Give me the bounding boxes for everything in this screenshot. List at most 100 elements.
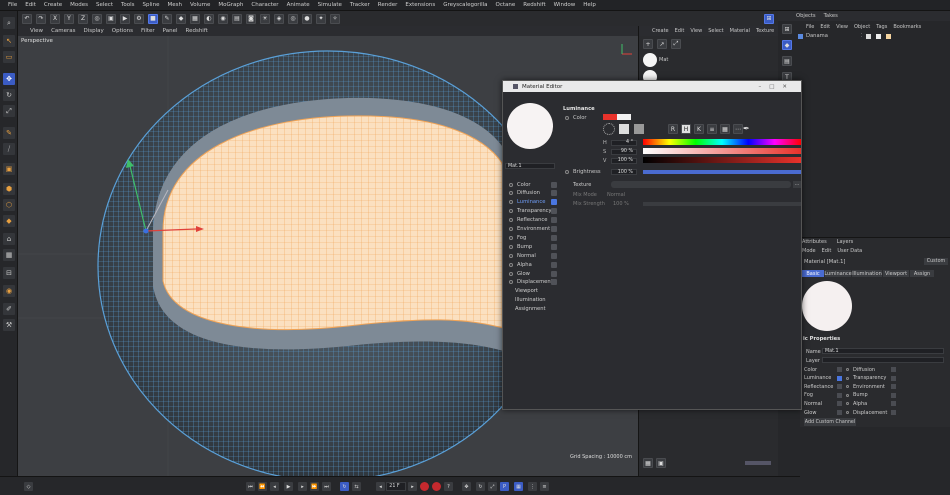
mix-mode-value[interactable]: Normal [607,192,625,198]
color-wheel-icon[interactable] [603,123,615,135]
mm-menu-item[interactable]: Material [727,28,753,34]
tool-icon[interactable]: ✧ [330,13,340,24]
menu-item[interactable]: Tools [117,2,139,8]
attr-channel-dot[interactable] [846,368,849,371]
add-custom-channel-button[interactable]: Add Custom Channel [804,418,856,426]
axis-y-button[interactable]: Y [64,13,74,24]
record-icon[interactable] [420,482,429,491]
mm-menu-item[interactable]: Edit [672,28,688,34]
channel-alpha[interactable]: Alpha [509,260,557,269]
spline-pen-icon[interactable]: ✎ [162,13,172,24]
channel-dot[interactable] [509,182,513,187]
redshift-icon[interactable]: ● [302,13,312,24]
edge-mode-icon[interactable]: ⬡ [3,199,15,211]
channel-reflectance[interactable]: Reflectance [509,216,557,225]
objects-menu-item[interactable]: Edit [820,24,830,30]
list-view-icon[interactable]: ▦ [643,458,653,468]
link-icon[interactable]: ⤢ [671,39,681,49]
objects-menu-item[interactable]: Object [854,24,870,30]
channel-fog[interactable]: Fog [509,233,557,242]
channel-extra[interactable]: Illumination [509,296,557,305]
channel-checkbox[interactable] [551,226,557,232]
deformer-icon[interactable]: ◐ [204,13,214,24]
solo-icon[interactable]: ◉ [3,285,15,297]
menu-item[interactable]: Octane [492,2,520,8]
uv-mode-icon[interactable]: ⌂ [3,233,15,245]
channel-diffusion[interactable]: Diffusion [509,189,557,198]
render-settings-icon[interactable]: ⚙ [134,13,144,24]
channel-checkbox[interactable] [551,270,557,277]
material-name-field[interactable]: Mat.1 [505,163,555,169]
sculpt-icon[interactable]: ⚒ [3,319,15,331]
attr-channel-checkbox[interactable] [837,367,842,372]
channel-dot[interactable] [509,280,513,285]
texture-slot[interactable] [611,181,791,188]
attributes-menu-item[interactable]: Mode [802,248,816,254]
kelvin-mode-icon[interactable]: K [694,124,704,134]
attr-channel-dot[interactable] [846,376,849,380]
mix-strength-slider[interactable] [643,202,801,206]
scale-key-icon[interactable]: ⤢ [488,482,497,491]
arrow-icon[interactable]: ↗ [657,39,667,49]
channel-dot[interactable] [509,191,513,196]
attr-channel-dot[interactable] [846,393,849,397]
key-selection-icon[interactable]: ? [444,482,453,491]
hsv-mode-icon[interactable]: H [681,124,691,134]
mm-menu-item[interactable]: Texture [753,28,777,34]
channel-luminance[interactable]: Luminance [509,198,557,207]
menu-item[interactable]: Redshift [519,2,549,8]
attr-channel-row[interactable]: Bump [846,392,896,399]
attr-channel-row[interactable]: Transparency [846,375,896,382]
rgb-mode-icon[interactable]: R [668,124,678,134]
attr-channel-dot[interactable] [846,411,849,414]
plus-icon[interactable]: + [643,39,653,49]
viewport-menu-item[interactable]: Redshift [182,28,212,34]
layers-icon[interactable]: ▤ [782,56,792,66]
channel-dot[interactable] [509,235,513,240]
channel-checkbox[interactable] [551,199,557,206]
prev-frame-icon[interactable]: ◂ [270,482,279,491]
attr-channel-checkbox[interactable] [891,392,896,398]
next-frame-icon[interactable]: ▸ [298,482,307,491]
viewport-menu-item[interactable]: Display [80,28,108,34]
color-swatch-white[interactable] [617,114,631,120]
rotation-key-icon[interactable]: ↻ [476,482,485,491]
animate-dot[interactable] [565,116,569,120]
current-frame-field[interactable]: 21 F [386,482,406,491]
window-controls[interactable]: –□✕ [758,84,795,90]
menu-item[interactable]: Select [92,2,117,8]
objects-menu-item[interactable]: View [836,24,848,30]
viewport-menu-item[interactable]: Panel [159,28,182,34]
objects-menu-item[interactable]: Tags [876,24,887,30]
render-view-icon[interactable]: ▣ [106,13,116,24]
zoom-slider[interactable] [745,461,771,465]
pla-key-icon[interactable]: ▦ [514,482,523,491]
move-tool-icon[interactable]: ✥ [3,73,15,85]
prev-key-icon[interactable]: ⏪ [258,482,267,491]
hierarchy-icon[interactable]: ⊞ [782,24,792,34]
menu-item[interactable]: Mesh [163,2,185,8]
select-icon[interactable]: ↖ [3,35,15,47]
attr-channel-row[interactable]: Glow [804,409,844,416]
attributes-subtab[interactable]: Basic [802,270,824,277]
attr-channel-checkbox[interactable] [891,384,896,390]
axis-x-button[interactable]: X [50,13,60,24]
channel-checkbox[interactable] [551,261,557,268]
cube-icon[interactable]: ■ [148,13,158,24]
attr-channel-row[interactable]: Diffusion [846,366,896,373]
attr-channel-row[interactable]: Normal [804,400,844,407]
channel-displacement[interactable]: Displacement [509,278,557,287]
name-field[interactable]: Mat.1 [822,348,944,354]
viewport-menu-item[interactable]: Cameras [47,28,79,34]
attr-channel-row[interactable]: Displacement [846,409,896,416]
attributes-tab[interactable]: Attributes [802,239,827,245]
camera-icon[interactable]: ◙ [246,13,256,24]
channel-dot[interactable] [509,227,513,231]
layout-icon[interactable]: ⊞ [764,13,774,24]
hue-field[interactable]: 4 ° [611,139,637,146]
keyframe-diamond-icon[interactable]: ◇ [24,482,33,491]
channel-checkbox[interactable] [551,279,557,286]
mix-strength-value[interactable]: 100 % [613,201,629,207]
value-field[interactable]: 100 % [611,157,637,164]
object-row[interactable]: Danama ⁚ [798,33,891,39]
